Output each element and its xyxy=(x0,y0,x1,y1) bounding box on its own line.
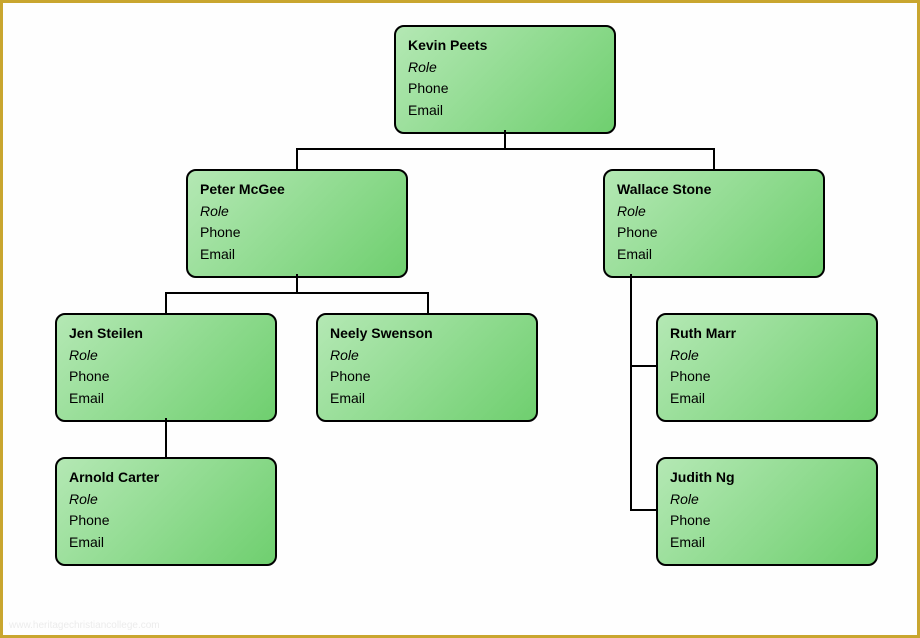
node-phone: Phone xyxy=(69,366,263,388)
node-name: Jen Steilen xyxy=(69,323,263,345)
node-peter-mcgee[interactable]: Peter McGee Role Phone Email xyxy=(186,169,408,278)
node-email: Email xyxy=(670,532,864,554)
node-role: Role xyxy=(408,57,602,79)
node-phone: Phone xyxy=(617,222,811,244)
node-jen-steilen[interactable]: Jen Steilen Role Phone Email xyxy=(55,313,277,422)
node-name: Wallace Stone xyxy=(617,179,811,201)
node-role: Role xyxy=(330,345,524,367)
node-name: Kevin Peets xyxy=(408,35,602,57)
node-role: Role xyxy=(69,345,263,367)
node-neely-swenson[interactable]: Neely Swenson Role Phone Email xyxy=(316,313,538,422)
connector xyxy=(630,274,632,510)
connector xyxy=(427,292,429,313)
connector xyxy=(630,365,656,367)
node-role: Role xyxy=(617,201,811,223)
node-email: Email xyxy=(69,532,263,554)
node-phone: Phone xyxy=(330,366,524,388)
node-role: Role xyxy=(200,201,394,223)
node-phone: Phone xyxy=(69,510,263,532)
node-email: Email xyxy=(69,388,263,410)
node-arnold-carter[interactable]: Arnold Carter Role Phone Email xyxy=(55,457,277,566)
node-email: Email xyxy=(330,388,524,410)
connector xyxy=(504,130,506,148)
connector xyxy=(165,418,167,457)
connector xyxy=(296,148,715,150)
node-email: Email xyxy=(617,244,811,266)
connector xyxy=(630,509,656,511)
connector xyxy=(165,292,429,294)
node-name: Neely Swenson xyxy=(330,323,524,345)
node-judith-ng[interactable]: Judith Ng Role Phone Email xyxy=(656,457,878,566)
node-ruth-marr[interactable]: Ruth Marr Role Phone Email xyxy=(656,313,878,422)
node-role: Role xyxy=(69,489,263,511)
connector xyxy=(713,148,715,169)
node-phone: Phone xyxy=(408,78,602,100)
node-name: Judith Ng xyxy=(670,467,864,489)
node-phone: Phone xyxy=(670,366,864,388)
node-email: Email xyxy=(408,100,602,122)
org-chart-frame: Kevin Peets Role Phone Email Peter McGee… xyxy=(0,0,920,638)
node-name: Arnold Carter xyxy=(69,467,263,489)
node-role: Role xyxy=(670,345,864,367)
node-email: Email xyxy=(670,388,864,410)
watermark: www.heritagechristiancollege.com xyxy=(9,620,160,631)
node-phone: Phone xyxy=(200,222,394,244)
connector xyxy=(296,148,298,169)
node-phone: Phone xyxy=(670,510,864,532)
node-wallace-stone[interactable]: Wallace Stone Role Phone Email xyxy=(603,169,825,278)
node-name: Ruth Marr xyxy=(670,323,864,345)
node-name: Peter McGee xyxy=(200,179,394,201)
node-role: Role xyxy=(670,489,864,511)
connector xyxy=(296,274,298,292)
connector xyxy=(165,292,167,313)
node-kevin-peets[interactable]: Kevin Peets Role Phone Email xyxy=(394,25,616,134)
node-email: Email xyxy=(200,244,394,266)
